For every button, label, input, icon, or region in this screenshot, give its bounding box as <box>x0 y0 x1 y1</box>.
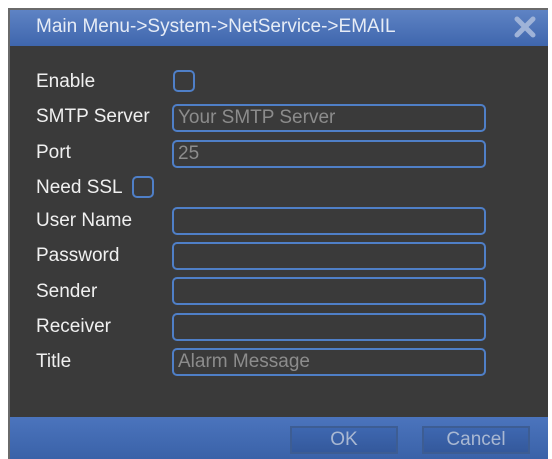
port-input[interactable] <box>172 140 486 168</box>
title-bar: Main Menu->System->NetService->EMAIL <box>10 10 548 46</box>
password-input[interactable] <box>172 242 486 270</box>
enable-label: Enable <box>36 71 96 92</box>
email-settings-dialog: Main Menu->System->NetService->EMAIL Ena… <box>8 8 548 459</box>
port-label: Port <box>36 142 71 163</box>
need-ssl-checkbox[interactable] <box>132 176 154 198</box>
close-icon[interactable] <box>512 13 538 41</box>
smtp-server-input[interactable] <box>172 104 486 132</box>
need-ssl-label: Need SSL <box>36 177 123 198</box>
enable-checkbox[interactable] <box>173 70 195 92</box>
sender-input[interactable] <box>172 277 486 305</box>
ok-button[interactable]: OK <box>290 426 398 454</box>
footer-bar: OK Cancel <box>10 417 548 459</box>
sender-label: Sender <box>36 281 98 302</box>
user-name-label: User Name <box>36 210 133 231</box>
receiver-label: Receiver <box>36 316 111 337</box>
cancel-button[interactable]: Cancel <box>422 426 530 454</box>
receiver-input[interactable] <box>172 313 486 341</box>
window-title: Main Menu->System->NetService->EMAIL <box>36 16 396 37</box>
password-label: Password <box>36 245 120 266</box>
title-label: Title <box>36 351 72 372</box>
title-input[interactable] <box>172 348 486 376</box>
user-name-input[interactable] <box>172 207 486 235</box>
smtp-server-label: SMTP Server <box>36 106 150 127</box>
